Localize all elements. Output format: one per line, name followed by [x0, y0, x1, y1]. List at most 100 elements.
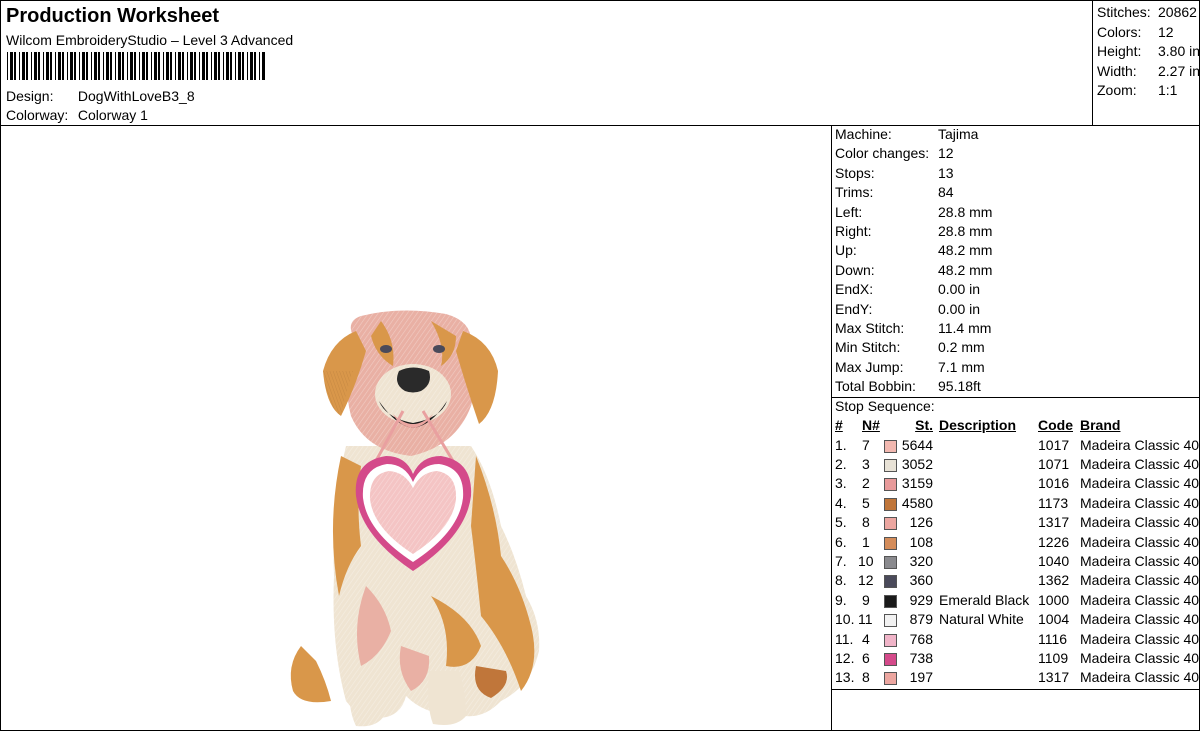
stop-index: 12. — [835, 649, 855, 666]
stop-row: 13. 8 197 1317 Madeira Classic 40 — [832, 669, 1200, 688]
thread-color-swatch — [884, 458, 897, 472]
stop-stitch-count: 360 — [909, 572, 933, 589]
stop-code: 1000 — [1038, 591, 1070, 608]
stop-index: 11. — [835, 630, 854, 647]
worksheet: Production Worksheet Wilcom EmbroiderySt… — [0, 0, 1200, 731]
page-title: Production Worksheet — [6, 5, 219, 27]
stop-stitch-count: 879 — [909, 611, 933, 628]
stop-needle: 6 — [862, 649, 870, 666]
machine-settings: Machine: Tajima Color changes: 12 Stops: 13… — [832, 126, 1200, 398]
stop-needle: 7 — [862, 436, 870, 453]
stop-row: 4. 5 4580 1173 Madeira Classic 40 — [832, 495, 1200, 514]
right-row: Right: 28.8 mm — [835, 223, 993, 239]
stop-needle: 10 — [858, 552, 874, 569]
stop-brand: Madeira Classic 40 — [1080, 649, 1200, 666]
endx-row: EndX: 0.00 in — [835, 281, 981, 298]
stop-row: 7. 10 320 1040 Madeira Classic 40 — [832, 553, 1200, 572]
design-value: DogWithLoveB3_8 — [77, 88, 195, 104]
stop-index: 10. — [835, 611, 855, 628]
stat-width: Width: 2.27 in — [1097, 63, 1200, 79]
stop-index: 2. — [835, 455, 847, 472]
thread-color-swatch — [884, 594, 897, 608]
machine-row: Machine: Tajima — [835, 126, 979, 142]
stop-index: 9. — [835, 591, 847, 608]
stop-needle: 3 — [862, 455, 870, 472]
header-description: Description — [939, 417, 1017, 433]
stop-code: 1317 — [1038, 514, 1070, 531]
thread-color-swatch — [884, 439, 897, 453]
stop-stitch-count: 3159 — [901, 475, 933, 492]
stop-brand: Madeira Classic 40 — [1080, 669, 1200, 686]
design-row: Design: DogWithLoveB3_8 — [6, 88, 195, 104]
stop-needle: 12 — [858, 572, 874, 589]
stop-stitch-count: 108 — [909, 533, 933, 550]
up-row: Up: 48.2 mm — [835, 242, 993, 259]
endy-row: EndY: 0.00 in — [835, 300, 981, 317]
stop-stitch-count: 320 — [909, 552, 933, 569]
thread-color-swatch — [884, 555, 897, 569]
design-stats: Stitches: 20862 Colors: 12 Height: 3.80 in … — [1092, 1, 1200, 125]
header-info: Production Worksheet Wilcom EmbroiderySt… — [1, 1, 1092, 125]
stop-index: 7. — [835, 552, 847, 569]
header-stitches: St. — [915, 417, 933, 433]
stop-brand: Madeira Classic 40 — [1080, 591, 1200, 608]
header-code: Code — [1038, 417, 1073, 433]
stop-stitch-count: 929 — [909, 591, 933, 608]
stop-brand: Madeira Classic 40 — [1080, 475, 1200, 492]
stop-needle: 8 — [862, 514, 870, 531]
min-stitch-row: Min Stitch: 0.2 mm — [835, 339, 985, 356]
stop-index: 3. — [835, 475, 847, 492]
stop-index: 4. — [835, 494, 847, 511]
thread-color-swatch — [884, 497, 897, 511]
stop-brand: Madeira Classic 40 — [1080, 494, 1200, 511]
stop-code: 1040 — [1038, 552, 1070, 569]
stop-brand: Madeira Classic 40 — [1080, 572, 1200, 589]
stop-description: Natural White — [939, 611, 1024, 628]
header-index: # — [835, 417, 843, 433]
stop-row: 10. 11 879 Natural White 1004 Madeira Classic… — [832, 611, 1200, 630]
stop-brand: Madeira Classic 40 — [1080, 514, 1200, 531]
thread-color-swatch — [884, 478, 897, 492]
max-stitch-row: Max Stitch: 11.4 mm — [835, 320, 992, 336]
design-label: Design: — [6, 88, 54, 104]
stop-code: 1173 — [1038, 494, 1069, 511]
stop-stitch-count: 738 — [909, 649, 933, 666]
stop-brand: Madeira Classic 40 — [1080, 630, 1200, 647]
dog-figure — [290, 310, 540, 727]
stop-needle: 2 — [862, 475, 870, 492]
stop-row: 12. 6 738 1109 Madeira Classic 40 — [832, 650, 1200, 669]
stop-brand: Madeira Classic 40 — [1080, 611, 1200, 628]
trims-row: Trims: 84 — [835, 184, 954, 201]
stop-code: 1016 — [1038, 475, 1070, 492]
header-brand: Brand — [1080, 417, 1121, 433]
stop-description: Emerald Black — [939, 591, 1030, 608]
stop-code: 1017 — [1038, 436, 1070, 453]
stop-needle: 9 — [862, 591, 870, 608]
stop-needle: 11 — [858, 611, 873, 628]
stat-zoom: Zoom: 1:1 — [1097, 82, 1178, 98]
stop-code: 1004 — [1038, 611, 1070, 628]
stop-index: 13. — [835, 669, 855, 686]
stop-needle: 5 — [862, 494, 870, 511]
stops-row: Stops: 13 — [835, 164, 954, 181]
stop-code: 1116 — [1038, 630, 1068, 647]
stop-needle: 1 — [862, 533, 870, 550]
thread-color-swatch — [884, 517, 897, 531]
stop-index: 1. — [835, 436, 847, 453]
thread-color-swatch — [884, 633, 897, 647]
stop-stitch-count: 126 — [909, 514, 933, 531]
thread-color-swatch — [884, 614, 897, 628]
stop-brand: Madeira Classic 40 — [1080, 436, 1200, 453]
worksheet-header: Production Worksheet Wilcom EmbroiderySt… — [1, 1, 1200, 126]
stop-row: 3. 2 3159 1016 Madeira Classic 40 — [832, 475, 1200, 494]
stop-sequence: Stop Sequence: # N# St. Description Code… — [832, 398, 1200, 690]
thread-color-swatch — [884, 652, 897, 666]
stop-index: 6. — [835, 533, 847, 550]
thread-color-swatch — [884, 575, 897, 589]
stop-code: 1362 — [1038, 572, 1070, 589]
stop-code: 1317 — [1038, 669, 1070, 686]
stop-row: 9. 9 929 Emerald Black 1000 Madeira Classic 4… — [832, 592, 1200, 611]
stop-brand: Madeira Classic 40 — [1080, 533, 1200, 550]
stop-row: 11. 4 768 1116 Madeira Classic 40 — [832, 631, 1200, 650]
stop-needle: 4 — [862, 630, 870, 647]
